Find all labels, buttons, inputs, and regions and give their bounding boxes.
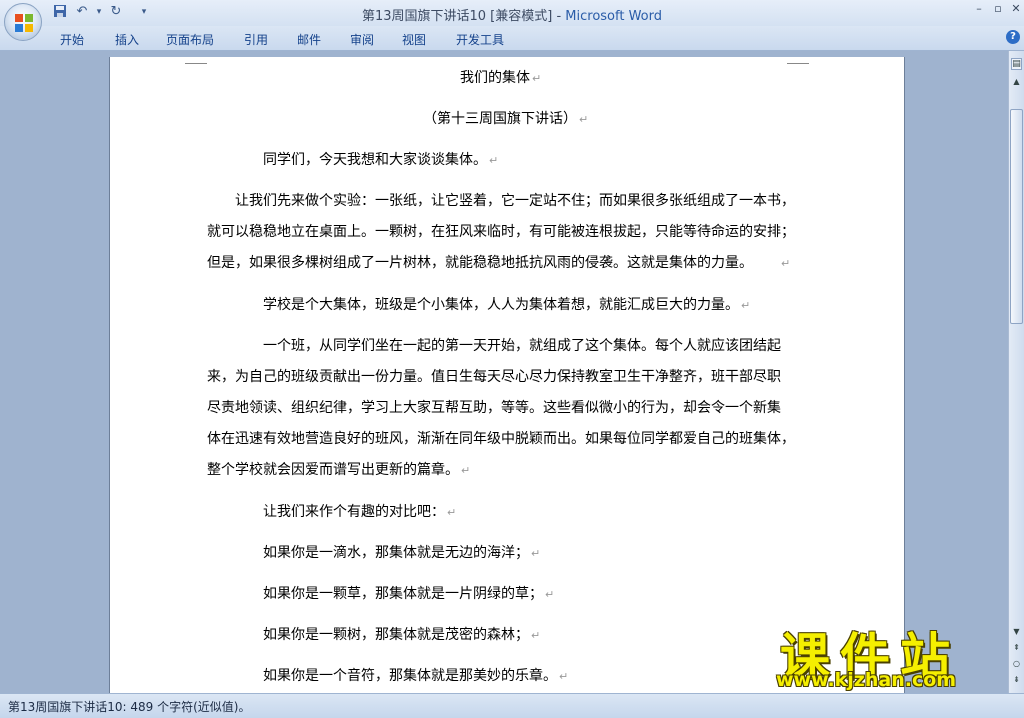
title-bar: 第13周国旗下讲话10 [兼容模式] - Microsoft Word ↶ ▾ … xyxy=(0,0,1024,26)
undo-dropdown-icon[interactable]: ▾ xyxy=(91,4,107,20)
doc-line[interactable]: 一个班，从同学们坐在一起的第一天开始，就组成了这个集体。每个人就应该团结起 xyxy=(263,331,781,362)
doc-line[interactable]: 整个学校就会因爱而谱写出更新的篇章。 ↵ xyxy=(207,455,470,486)
window-title-app: Microsoft Word xyxy=(565,9,663,24)
window-title: 第13周国旗下讲话10 [兼容模式] - Microsoft Word xyxy=(0,5,1024,24)
window-title-doc: 第13周国旗下讲话10 [兼容模式] - xyxy=(361,9,566,24)
ribbon-tabs: 开始 插入 页面布局 引用 邮件 审阅 视图 开发工具 ? xyxy=(0,26,1024,51)
doc-title[interactable]: 我们的集体 ↵ xyxy=(460,63,541,94)
tab-page-layout[interactable]: 页面布局 xyxy=(166,31,214,48)
doc-line[interactable]: 体在迅速有效地营造良好的班风，渐渐在同年级中脱颖而出。如果每位同学都爱自己的班集… xyxy=(207,424,795,455)
previous-page-icon[interactable]: ⇞ xyxy=(1010,641,1023,654)
customize-qat-icon[interactable]: ▾ xyxy=(136,4,152,20)
tab-home[interactable]: 开始 xyxy=(60,31,84,48)
select-browse-object-icon[interactable]: ○ xyxy=(1010,657,1023,670)
next-page-icon[interactable]: ⇟ xyxy=(1010,673,1023,686)
tab-review[interactable]: 审阅 xyxy=(350,31,374,48)
doc-line[interactable]: 但是，如果很多棵树组成了一片树林，就能稳稳地抵抗风雨的侵袭。这就是集体的力量。 ↵ xyxy=(207,248,790,279)
scroll-thumb[interactable] xyxy=(1010,109,1023,324)
document-area: 我们的集体 ↵ （第十三周国旗下讲话） ↵ 同学们，今天我想和大家谈谈集体。 ↵ 让我… xyxy=(0,51,1008,693)
watermark-url: www.kjzhan.com xyxy=(776,669,957,691)
doc-subtitle[interactable]: （第十三周国旗下讲话） ↵ xyxy=(423,104,588,135)
office-button[interactable] xyxy=(4,3,42,41)
tab-insert[interactable]: 插入 xyxy=(115,31,139,48)
site-watermark: 课件站 www.kjzhan.com xyxy=(770,617,1010,695)
word-count-status[interactable]: 第13周国旗下讲话10: 489 个字符(近似值)。 xyxy=(8,698,250,715)
close-icon[interactable]: ✕ xyxy=(1008,2,1024,16)
doc-paragraph[interactable]: 同学们，今天我想和大家谈谈集体。 ↵ xyxy=(263,145,498,176)
doc-line[interactable]: 让我们先来做个实验：一张纸，让它竖着，它一定站不住；而如果很多张纸组成了一本书， xyxy=(235,186,795,217)
doc-line[interactable]: 尽责地领读、组织纪律，学习上大家互帮互助，等等。这些看似微小的行为，却会令一个新… xyxy=(207,393,781,424)
tab-developer[interactable]: 开发工具 xyxy=(456,31,504,48)
doc-paragraph[interactable]: 如果你是一颗草，那集体就是一片阴绿的草； ↵ xyxy=(263,579,554,610)
help-icon[interactable]: ? xyxy=(1006,30,1020,44)
tab-mailings[interactable]: 邮件 xyxy=(297,31,321,48)
undo-icon[interactable]: ↶ xyxy=(74,4,90,20)
office-logo-icon xyxy=(15,14,33,32)
redo-icon[interactable]: ↻ xyxy=(108,4,124,20)
doc-line[interactable]: 来，为自己的班级贡献出一份力量。值日生每天尽心尽力保持教室卫生干净整齐，班干部尽… xyxy=(207,362,781,393)
scroll-down-icon[interactable]: ▼ xyxy=(1010,625,1023,638)
scroll-up-icon[interactable]: ▲ xyxy=(1010,75,1023,88)
document-page[interactable]: 我们的集体 ↵ （第十三周国旗下讲话） ↵ 同学们，今天我想和大家谈谈集体。 ↵ 让我… xyxy=(110,57,904,693)
minimize-icon[interactable]: – xyxy=(971,2,987,16)
margin-corner-right xyxy=(787,57,809,64)
doc-paragraph[interactable]: 如果你是一滴水，那集体就是无边的海洋； ↵ xyxy=(263,538,540,569)
doc-paragraph[interactable]: 让我们来作个有趣的对比吧： ↵ xyxy=(263,497,456,528)
status-bar: 第13周国旗下讲话10: 489 个字符(近似值)。 xyxy=(0,693,1024,718)
restore-icon[interactable]: ▫ xyxy=(990,2,1006,16)
doc-paragraph[interactable]: 如果你是一个音符，那集体就是那美妙的乐章。 ↵ xyxy=(263,661,568,692)
vertical-scrollbar[interactable]: ▤ ▲ ▼ ⇞ ○ ⇟ xyxy=(1008,51,1024,693)
view-ruler-icon[interactable]: ▤ xyxy=(1011,58,1022,70)
doc-paragraph[interactable]: 如果你是一颗树，那集体就是茂密的森林； ↵ xyxy=(263,620,540,651)
margin-corner-left xyxy=(185,57,207,64)
save-icon[interactable] xyxy=(52,4,68,20)
tab-references[interactable]: 引用 xyxy=(244,31,268,48)
doc-line[interactable]: 就可以稳稳地立在桌面上。一颗树，在狂风来临时，有可能被连根拔起，只能等待命运的安… xyxy=(207,217,795,248)
doc-paragraph[interactable]: 学校是个大集体，班级是个小集体，人人为集体着想，就能汇成巨大的力量。 ↵ xyxy=(263,290,750,321)
tab-view[interactable]: 视图 xyxy=(402,31,426,48)
